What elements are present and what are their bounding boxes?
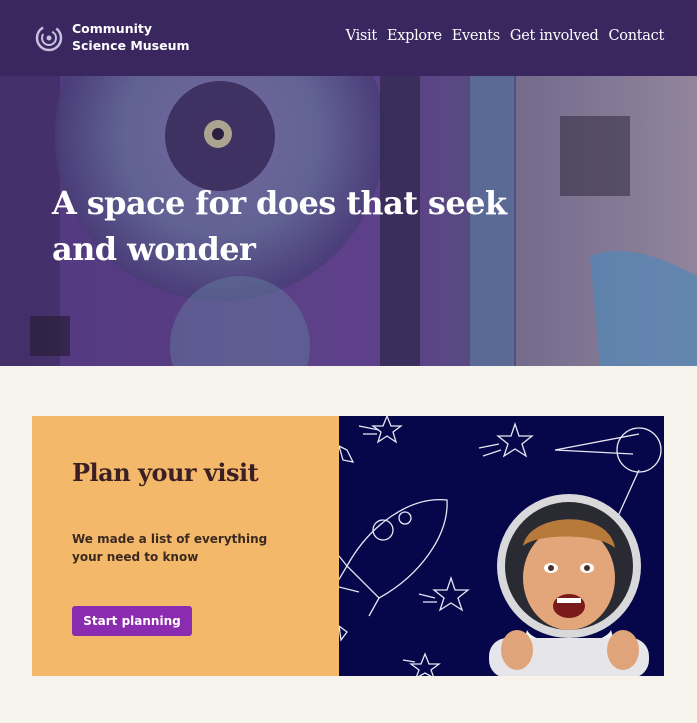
nav-visit[interactable]: Visit	[346, 28, 378, 44]
nav-events[interactable]: Events	[452, 28, 500, 44]
site-header: Community Science Museum Visit Explore E…	[0, 0, 697, 76]
star-icon	[409, 652, 441, 676]
nav-get-involved[interactable]: Get involved	[510, 28, 599, 44]
astronaut-kid-illustration	[339, 416, 664, 676]
star-icon	[496, 421, 534, 458]
plan-visit-title: Plan your visit	[72, 458, 259, 487]
site-logo[interactable]: Community Science Museum	[34, 20, 190, 54]
logo-text: Community Science Museum	[72, 20, 190, 54]
start-planning-button[interactable]: Start planning	[72, 606, 192, 636]
star-icon	[339, 625, 348, 642]
plan-visit-panel: Plan your visit We made a list of everyt…	[32, 416, 339, 676]
space-illustration-image	[339, 416, 662, 676]
plan-visit-description: We made a list of everything your need t…	[72, 532, 268, 564]
star-icon	[432, 575, 470, 612]
hero-title: A space for does that seek and wonder	[52, 184, 507, 268]
hero-banner: A space for does that seek and wonder	[0, 76, 697, 366]
nav-explore[interactable]: Explore	[387, 28, 442, 44]
museum-logo-icon	[35, 24, 63, 52]
logo-line-2: Science Museum	[72, 38, 190, 53]
star-icon	[339, 445, 355, 463]
plan-visit-card: Plan your visit We made a list of everyt…	[32, 416, 664, 676]
nav-contact[interactable]: Contact	[609, 28, 665, 44]
logo-line-1: Community	[72, 21, 153, 36]
main-nav: Visit Explore Events Get involved Contac…	[346, 28, 665, 44]
